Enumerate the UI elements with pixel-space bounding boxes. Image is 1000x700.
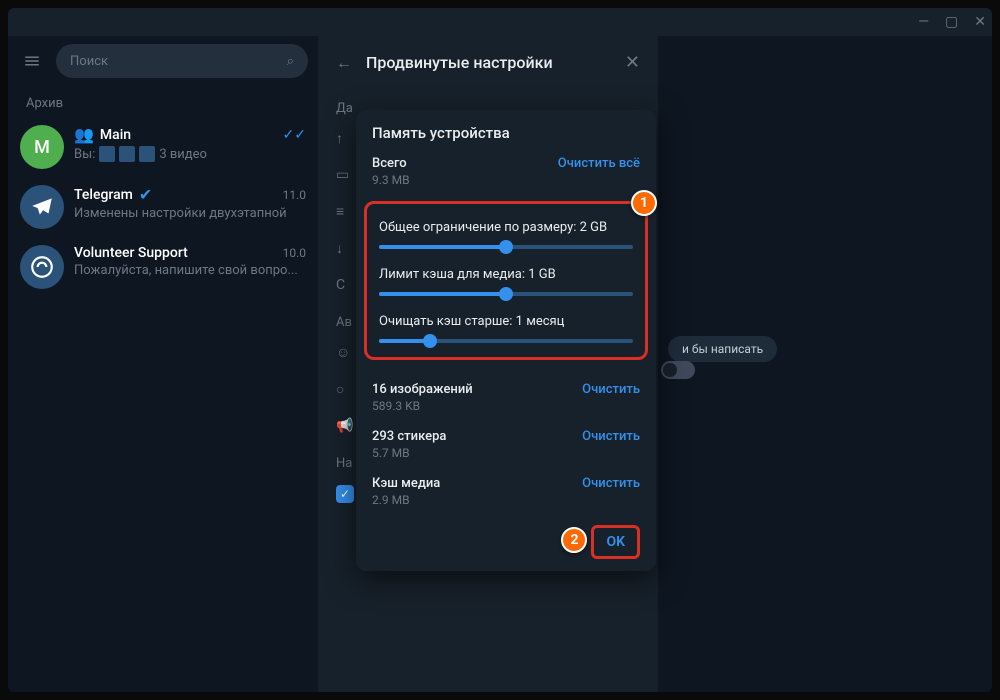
chat-name: Main bbox=[100, 127, 131, 143]
storage-modal: Память устройства Всего 9.3 MB Очистить … bbox=[356, 110, 656, 571]
chat-preview: Вы: 3 видео bbox=[74, 146, 306, 162]
slider-track[interactable] bbox=[379, 292, 633, 296]
chat-time: 11.0 bbox=[283, 188, 306, 202]
annotation-badge-1: 1 bbox=[631, 190, 657, 216]
cache-title: 293 стикера bbox=[372, 429, 446, 444]
slider-label: Очищать кэш старше: 1 месяц bbox=[379, 314, 633, 329]
avatar: M bbox=[20, 125, 64, 169]
slider-cache-age[interactable]: Очищать кэш старше: 1 месяц bbox=[379, 314, 633, 343]
media-thumb bbox=[139, 146, 155, 162]
clear-all-button[interactable]: Очистить всё bbox=[558, 156, 640, 171]
slider-label: Лимит кэша для медиа: 1 GB bbox=[379, 267, 633, 282]
settings-title: Продвинутые настройки bbox=[366, 53, 553, 72]
maximize-button[interactable]: ▢ bbox=[945, 14, 958, 30]
slider-total-limit[interactable]: Общее ограничение по размеру: 2 GB bbox=[379, 220, 633, 249]
back-arrow-icon[interactable]: ← bbox=[336, 53, 352, 73]
verified-icon: ✔ bbox=[139, 185, 152, 204]
slider-track[interactable] bbox=[379, 245, 633, 249]
chat-sidebar: Поиск ⌕ Архив M 👥 Main ✓✓ Вы: bbox=[8, 36, 318, 692]
clear-button[interactable]: Очистить bbox=[582, 382, 640, 397]
slider-media-limit[interactable]: Лимит кэша для медиа: 1 GB bbox=[379, 267, 633, 296]
close-icon[interactable]: ✕ bbox=[625, 52, 640, 73]
cache-title: 16 изображений bbox=[372, 382, 473, 397]
search-placeholder: Поиск bbox=[70, 54, 108, 69]
search-input[interactable]: Поиск ⌕ bbox=[56, 44, 308, 78]
checkbox-checked-icon[interactable]: ✓ bbox=[336, 485, 354, 503]
slider-thumb[interactable] bbox=[499, 240, 513, 254]
cache-row-stickers: 293 стикера 5.7 MB Очистить bbox=[372, 421, 640, 468]
folder-icon: ▭ bbox=[336, 167, 356, 183]
chat-preview: Пожалуйста, напишите свой вопро... bbox=[74, 263, 306, 278]
archive-label[interactable]: Архив bbox=[8, 86, 318, 117]
upload-icon: ↑ bbox=[336, 130, 356, 147]
chat-row-telegram[interactable]: Telegram ✔ 11.0 Изменены настройки двухэ… bbox=[8, 177, 318, 237]
media-thumb bbox=[99, 146, 115, 162]
cache-row-media: Кэш медиа 2.9 MB Очистить bbox=[372, 468, 640, 515]
storage-icon: ≡ bbox=[336, 203, 356, 220]
total-value: 9.3 MB bbox=[372, 173, 410, 187]
close-window-button[interactable]: ✕ bbox=[974, 14, 986, 30]
chat-row-volunteer[interactable]: Volunteer Support 10.0 Пожалуйста, напиш… bbox=[8, 237, 318, 297]
clear-button[interactable]: Очистить bbox=[582, 429, 640, 444]
download-icon: ↓ bbox=[336, 240, 356, 257]
group-icon: 👥 bbox=[74, 125, 94, 144]
chat-preview: Изменены настройки двухэтапной bbox=[74, 206, 306, 221]
search-icon: ⌕ bbox=[287, 54, 294, 69]
cache-size: 5.7 MB bbox=[372, 446, 446, 460]
chat-name: Volunteer Support bbox=[74, 245, 188, 261]
annotation-badge-2: 2 bbox=[561, 527, 587, 553]
cache-row-images: 16 изображений 589.3 KB Очистить bbox=[372, 374, 640, 421]
avatar bbox=[20, 185, 64, 229]
cache-size: 589.3 KB bbox=[372, 399, 473, 413]
chat-name: Telegram bbox=[74, 187, 133, 203]
ok-button[interactable]: OK bbox=[591, 525, 640, 559]
profile-icon: ☺ bbox=[336, 344, 356, 361]
titlebar: — ▢ ✕ bbox=[8, 8, 992, 36]
slider-track[interactable] bbox=[379, 339, 633, 343]
settings-icon: С bbox=[336, 277, 356, 293]
chat-time: 10.0 bbox=[283, 246, 306, 260]
megaphone-icon: 📢 bbox=[336, 418, 356, 434]
compose-hint: и бы написать bbox=[668, 336, 777, 362]
row-icon: ○ bbox=[336, 381, 356, 398]
clear-button[interactable]: Очистить bbox=[582, 476, 640, 491]
slider-thumb[interactable] bbox=[423, 334, 437, 348]
cache-size: 2.9 MB bbox=[372, 493, 440, 507]
toggle-switch[interactable] bbox=[661, 361, 695, 379]
avatar bbox=[20, 245, 64, 289]
chat-row-main[interactable]: M 👥 Main ✓✓ Вы: 3 видео bbox=[8, 117, 318, 177]
sliders-highlight: 1 Общее ограничение по размеру: 2 GB Лим… bbox=[364, 201, 648, 360]
minimize-button[interactable]: — bbox=[918, 14, 929, 30]
total-label: Всего bbox=[372, 156, 410, 171]
cache-title: Кэш медиа bbox=[372, 476, 440, 491]
main-area: и бы написать ← Продвинутые настройки ✕ … bbox=[318, 36, 992, 692]
menu-icon[interactable] bbox=[18, 47, 46, 75]
modal-title: Память устройства bbox=[356, 110, 656, 150]
media-thumb bbox=[119, 146, 135, 162]
slider-thumb[interactable] bbox=[499, 287, 513, 301]
slider-label: Общее ограничение по размеру: 2 GB bbox=[379, 220, 633, 235]
read-checks-icon: ✓✓ bbox=[283, 127, 306, 143]
